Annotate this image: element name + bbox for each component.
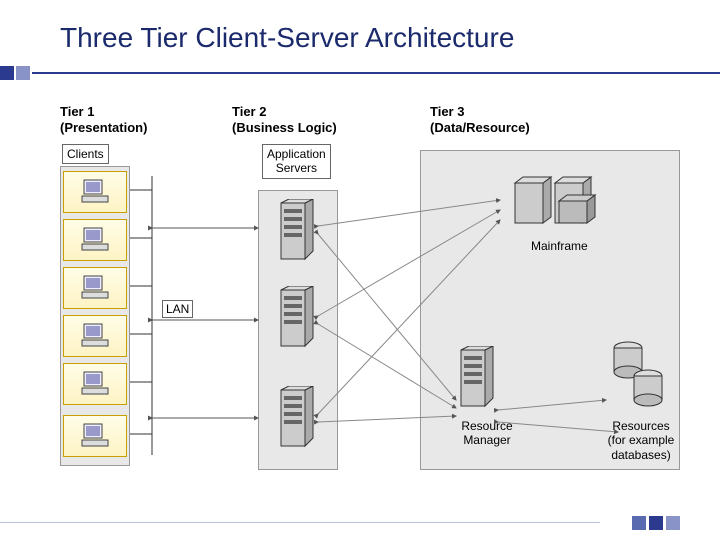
tier1-header-l1: Tier 1 <box>60 104 94 119</box>
mainframe-icon <box>511 171 611 236</box>
tier1-header: Tier 1 (Presentation) <box>60 104 147 137</box>
client-5 <box>63 363 127 405</box>
resource-manager-icon <box>459 346 497 415</box>
app-server-3 <box>279 386 317 450</box>
database-2-icon <box>631 369 665 414</box>
resmgr-l1: Resource <box>461 419 512 433</box>
mainframe-label: Mainframe <box>531 239 588 253</box>
tier1-panel <box>60 166 130 466</box>
app-server-2 <box>279 286 317 350</box>
tier2-header-l1: Tier 2 <box>232 104 266 119</box>
decor-bottom <box>632 516 680 530</box>
decor-top <box>0 66 720 80</box>
resources-label: Resources (for example databases) <box>601 419 681 462</box>
res-l2: (for example <box>608 433 675 447</box>
appserv-l1: Application <box>267 147 326 161</box>
app-servers-label: Application Servers <box>262 144 331 179</box>
client-2 <box>63 219 127 261</box>
client-4 <box>63 315 127 357</box>
tier3-panel: Mainframe Resource Manager Resources (fo… <box>420 150 680 470</box>
client-3 <box>63 267 127 309</box>
resource-manager-label: Resource Manager <box>447 419 527 448</box>
clients-label: Clients <box>62 144 109 164</box>
tier3-header-l2: (Data/Resource) <box>430 120 530 135</box>
slide-title: Three Tier Client-Server Architecture <box>60 22 514 54</box>
tier1-header-l2: (Presentation) <box>60 120 147 135</box>
res-l3: databases) <box>611 448 670 462</box>
app-server-1 <box>279 199 317 263</box>
appserv-l2: Servers <box>276 161 317 175</box>
tier3-header: Tier 3 (Data/Resource) <box>430 104 530 137</box>
tier3-header-l1: Tier 3 <box>430 104 464 119</box>
decor-bottom-line <box>0 522 600 523</box>
client-1 <box>63 171 127 213</box>
tier2-header: Tier 2 (Business Logic) <box>232 104 337 137</box>
tier2-panel <box>258 190 338 470</box>
client-6 <box>63 415 127 457</box>
tier2-header-l2: (Business Logic) <box>232 120 337 135</box>
res-l1: Resources <box>612 419 669 433</box>
lan-label: LAN <box>162 300 193 318</box>
resmgr-l2: Manager <box>463 433 510 447</box>
